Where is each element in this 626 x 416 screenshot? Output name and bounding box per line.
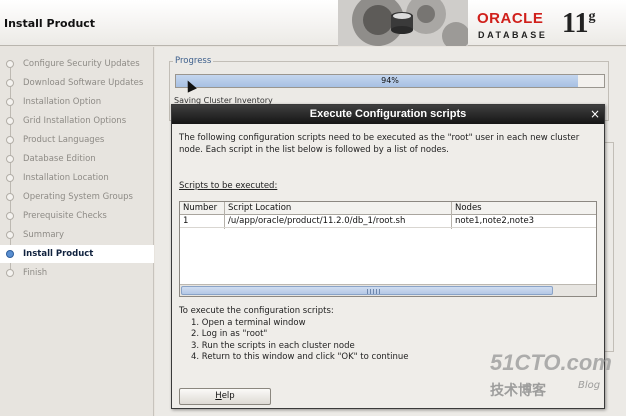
watermark-site: 51CTO.com [490,350,612,375]
step-circle-icon [6,212,14,220]
oracle-logo: ORACLE [477,10,544,27]
watermark-blog: Blog [578,380,601,391]
version-suffix: g [588,9,596,24]
column-header-script-location[interactable]: Script Location [228,203,291,213]
sidebar-item-download-software-updates[interactable]: Download Software Updates [0,74,154,92]
progress-legend: Progress [173,56,214,66]
scrollbar-grip-icon [367,289,381,294]
sidebar-item-installation-location[interactable]: Installation Location [0,169,154,187]
step-circle-icon [6,174,14,182]
sidebar-item-summary[interactable]: Summary [0,226,154,244]
sidebar-item-label: Prerequisite Checks [23,211,107,221]
watermark: 51CTO.com 技术博客 Blog [490,350,620,410]
instruction-step: 3. Run the scripts in each cluster node [191,340,355,351]
scripts-table[interactable]: Number Script Location Nodes 1 /u/app/or… [179,201,597,297]
sidebar-item-label: Install Product [23,249,94,259]
step-current-icon [6,250,14,258]
step-circle-icon [6,269,14,277]
sidebar-item-label: Summary [23,230,65,240]
sidebar-item-label: Database Edition [23,154,96,164]
instructions-heading: To execute the configuration scripts: [179,306,334,316]
step-circle-icon [6,136,14,144]
instruction-step: 1. Open a terminal window [191,317,306,328]
sidebar-item-label: Product Languages [23,135,105,145]
dialog-titlebar[interactable]: Execute Configuration scripts × [172,105,604,124]
sidebar-item-configure-security-updates[interactable]: Configure Security Updates [0,55,154,73]
watermark-cn: 技术博客 [490,383,546,399]
help-button[interactable]: Help [179,388,271,405]
sidebar-item-label: Grid Installation Options [23,116,127,126]
database-wordmark: DATABASE [478,30,548,40]
sidebar-item-finish[interactable]: Finish [0,264,154,282]
scripts-label: Scripts to be executed: [179,181,278,191]
sidebar-item-label: Installation Location [23,173,109,183]
gears-graphic [338,0,468,46]
sidebar-item-label: Finish [23,268,48,278]
step-circle-icon [6,79,14,87]
sidebar-item-grid-installation-options[interactable]: Grid Installation Options [0,112,154,130]
progress-percent: 94% [381,76,399,85]
sidebar-item-label: Operating System Groups [23,192,133,202]
step-circle-icon [6,193,14,201]
header: Install Product ORACLE DATABASE 11g [0,0,626,46]
sidebar-item-label: Configure Security Updates [23,59,140,69]
sidebar-item-install-product[interactable]: Install Product [0,245,154,263]
window-title: Install Product [4,17,96,30]
step-circle-icon [6,60,14,68]
sidebar-item-product-languages[interactable]: Product Languages [0,131,154,149]
step-circle-icon [6,117,14,125]
sidebar-item-prerequisite-checks[interactable]: Prerequisite Checks [0,207,154,225]
dialog-intro-text: The following configuration scripts need… [179,133,580,155]
help-label: elp [221,391,235,401]
progress-bar: 94% [175,74,605,88]
sidebar-item-installation-option[interactable]: Installation Option [0,93,154,111]
cell-script-location: /u/app/oracle/product/11.2.0/db_1/root.s… [228,216,406,226]
step-circle-icon [6,98,14,106]
horizontal-scrollbar[interactable] [180,284,596,296]
sidebar-item-label: Installation Option [23,97,102,107]
step-circle-icon [6,155,14,163]
version-number: 11 [562,8,589,39]
sidebar-item-database-edition[interactable]: Database Edition [0,150,154,168]
instructions: To execute the configuration scripts: 1.… [179,306,409,364]
steps-sidebar: Configure Security Updates Download Soft… [0,47,154,416]
table-row[interactable]: 1 /u/app/oracle/product/11.2.0/db_1/root… [180,216,596,228]
column-header-nodes[interactable]: Nodes [455,203,482,213]
cell-nodes: note1,note2,note3 [455,216,535,226]
dialog-title: Execute Configuration scripts [309,108,467,120]
cell-number: 1 [183,216,189,226]
instruction-step: 4. Return to this window and click "OK" … [191,352,409,362]
column-header-number[interactable]: Number [183,203,217,213]
sidebar-item-label: Download Software Updates [23,78,144,88]
sidebar-item-operating-system-groups[interactable]: Operating System Groups [0,188,154,206]
instruction-step: 2. Log in as "root" [191,329,268,339]
step-circle-icon [6,231,14,239]
version-logo: 11g [562,8,595,40]
scrollbar-thumb[interactable] [181,286,553,295]
close-icon[interactable]: × [590,107,600,121]
table-header: Number Script Location Nodes [180,202,596,215]
